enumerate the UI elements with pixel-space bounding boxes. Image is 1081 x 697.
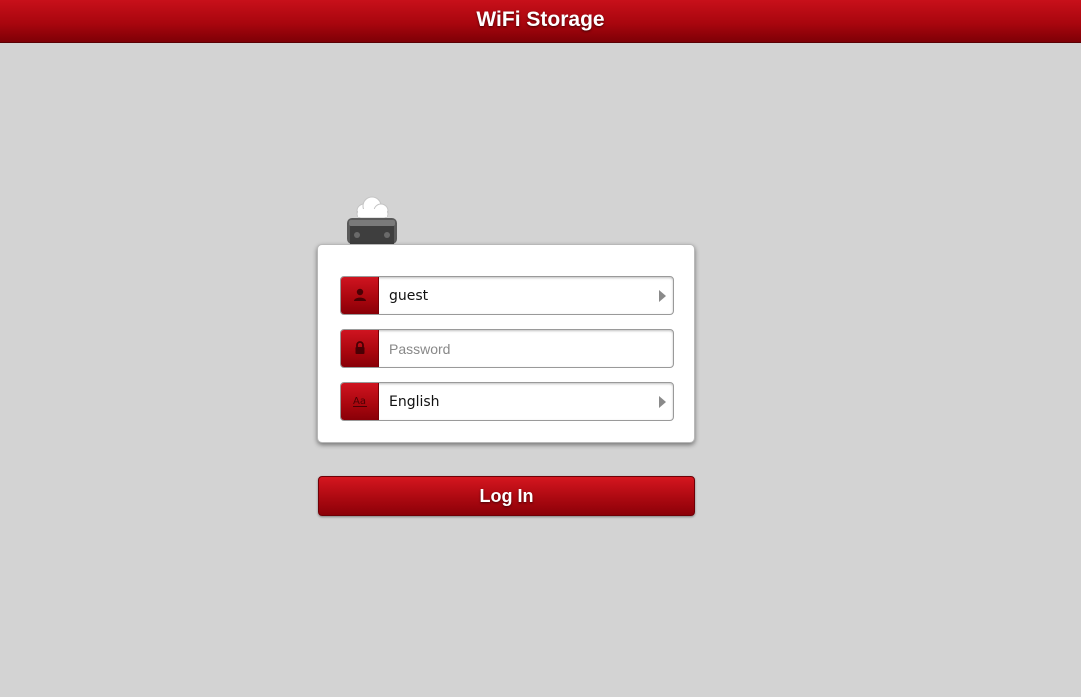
svg-text:Aa: Aa bbox=[353, 396, 366, 407]
wifi-storage-device-icon bbox=[344, 196, 400, 244]
dropdown-arrow-icon[interactable] bbox=[659, 396, 666, 408]
language-select[interactable]: Aa English bbox=[340, 382, 674, 421]
login-button-label: Log In bbox=[479, 486, 534, 506]
header-bar: WiFi Storage bbox=[0, 0, 1081, 43]
user-icon bbox=[341, 277, 379, 314]
language-icon: Aa bbox=[341, 383, 379, 420]
password-input[interactable] bbox=[380, 330, 670, 367]
password-field[interactable] bbox=[340, 329, 674, 368]
language-value: English bbox=[389, 394, 440, 410]
lock-icon bbox=[341, 330, 379, 367]
login-panel: guest Aa English bbox=[317, 244, 695, 443]
app-title: WiFi Storage bbox=[476, 8, 605, 31]
dropdown-arrow-icon[interactable] bbox=[659, 290, 666, 302]
login-button[interactable]: Log In bbox=[318, 476, 695, 516]
username-select[interactable]: guest bbox=[340, 276, 674, 315]
username-value: guest bbox=[389, 288, 429, 304]
